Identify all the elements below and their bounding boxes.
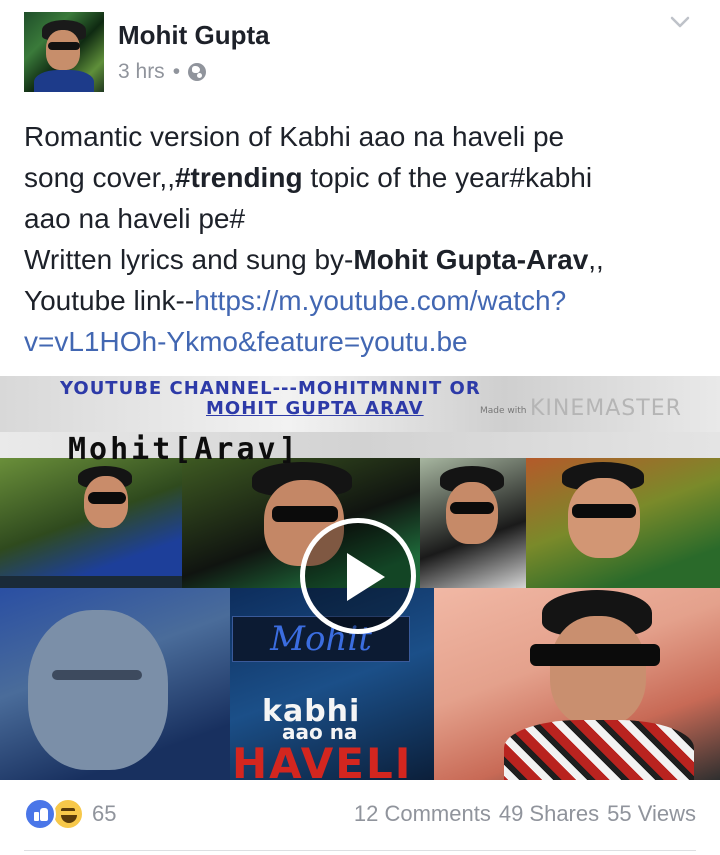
post-text-line: Youtube link-- (24, 285, 195, 316)
meta-separator: • (172, 60, 181, 83)
shares-count[interactable]: 49 Shares (499, 801, 599, 827)
post-stats: 12 Comments 49 Shares 55 Views (354, 801, 696, 827)
hashtag-trending[interactable]: #trending (175, 162, 303, 193)
chevron-down-icon[interactable] (670, 12, 690, 32)
comments-count[interactable]: 12 Comments (354, 801, 491, 827)
avatar-glasses (48, 42, 80, 50)
video-thumbnail[interactable]: YOUTUBE CHANNEL---MOHITMNNIT OR MOHIT GU… (0, 376, 720, 780)
reaction-count: 65 (92, 801, 117, 826)
views-count: 55 Views (607, 801, 696, 826)
author-mention: Mohit Gupta-Arav (353, 244, 589, 275)
photo-tile (420, 458, 526, 588)
avatar-face (46, 30, 80, 70)
made-with-label: Made with (480, 406, 527, 416)
photo-tile (434, 588, 720, 780)
photo-tile (0, 588, 230, 780)
play-icon[interactable] (300, 518, 416, 634)
post-text-line: topic of the year#kabhi (302, 162, 593, 193)
youtube-link-cont[interactable]: v=vL1HOh-Ykmo&feature=youtu.be (24, 326, 468, 357)
post-footer: 65 12 Comments 49 Shares 55 Views (0, 780, 720, 855)
post-text: Romantic version of Kabhi aao na haveli … (24, 116, 704, 362)
post-text-line: ,, (588, 244, 604, 275)
post-header: Mohit Gupta 3 hrs • (0, 0, 720, 108)
like-icon (24, 798, 56, 830)
photo-tile (0, 458, 182, 576)
reactions-summary[interactable]: 65 (24, 798, 116, 830)
post-text-line: Written lyrics and sung by- (24, 244, 354, 275)
divider (24, 850, 696, 851)
post-text-line: aao na haveli pe# (24, 203, 246, 234)
post-text-line: song cover,, (24, 162, 175, 193)
banner-line2: MOHIT GUPTA ARAV (206, 398, 424, 419)
photo-tile (526, 458, 720, 588)
banner-line1: YOUTUBE CHANNEL---MOHITMNNIT OR (60, 378, 481, 399)
haha-icon (52, 798, 84, 830)
post-text-line: Romantic version of Kabhi aao na haveli … (24, 121, 565, 152)
kinemaster-watermark: KINEMASTER (530, 396, 682, 421)
youtube-link[interactable]: https://m.youtube.com/watch? (194, 285, 566, 316)
globe-icon (188, 63, 207, 81)
video-text-haveli: HAVELI (232, 739, 413, 781)
post-meta: 3 hrs • (118, 60, 207, 84)
avatar-shirt (34, 70, 94, 92)
post-time[interactable]: 3 hrs (118, 60, 165, 84)
video-title-text: Mohit[Arav] (68, 432, 300, 467)
avatar[interactable] (24, 12, 104, 92)
author-name[interactable]: Mohit Gupta (118, 20, 270, 51)
